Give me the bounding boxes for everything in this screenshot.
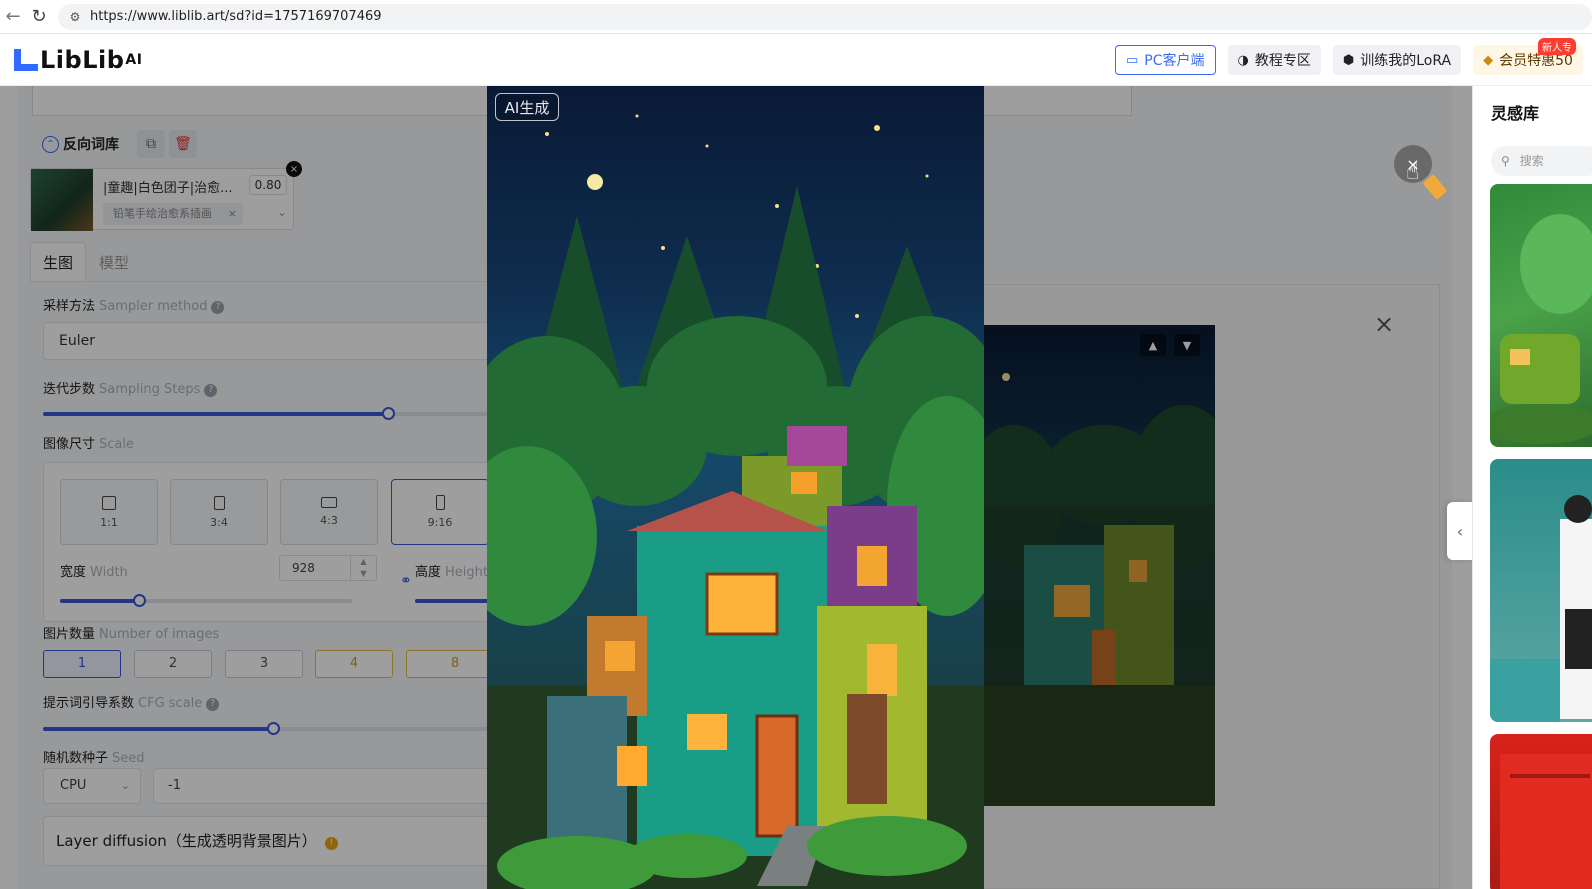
train-lora-button[interactable]: ⬢ 训练我的LoRA: [1332, 45, 1462, 75]
inspiration-card-art: [1490, 214, 1592, 444]
inspiration-card-art: [1500, 754, 1592, 889]
inspiration-card[interactable]: [1490, 734, 1592, 889]
train-lora-label: 训练我的LoRA: [1360, 53, 1452, 69]
app-root: ← ↻ ⚙ https://www.liblib.art/sd?id=17571…: [0, 0, 1592, 889]
chevron-left-icon[interactable]: ‹: [1447, 502, 1473, 560]
address-bar[interactable]: ⚙ https://www.liblib.art/sd?id=175716970…: [58, 3, 1592, 30]
inspiration-card-art: [1490, 495, 1592, 722]
diamond-icon: ◆: [1483, 52, 1494, 68]
inspiration-panel: 灵感库 ⚲ 搜索: [1472, 86, 1592, 889]
back-arrow-icon[interactable]: ←: [0, 4, 26, 30]
pc-client-label: PC客户端: [1144, 53, 1205, 69]
browser-toolbar: ← ↻ ⚙ https://www.liblib.art/sd?id=17571…: [0, 0, 1592, 34]
logo-text: LibLib: [40, 46, 125, 74]
header-actions: ▭ PC客户端 ◑ 教程专区 ⬢ 训练我的LoRA ◆ 会员特惠50: [1115, 45, 1583, 75]
new-user-badge: 新人专: [1538, 38, 1576, 55]
preview-image: [487, 86, 984, 889]
logo-mark-icon: [14, 47, 38, 73]
liblib-logo[interactable]: LibLib AI: [14, 46, 142, 74]
monitor-download-icon: ▭: [1126, 52, 1139, 68]
preview-image-art: [487, 86, 984, 889]
app-header: LibLib AI ▭ PC客户端 ◑ 教程专区 ⬢ 训练我的LoRA ◆ 会员特惠50: [0, 35, 1592, 86]
inspiration-card[interactable]: [1490, 459, 1592, 722]
ai-generated-badge: AI生成: [495, 93, 559, 121]
site-info-icon[interactable]: ⚙: [68, 10, 82, 24]
logo-superscript: AI: [125, 52, 143, 68]
inspiration-title: 灵感库: [1491, 104, 1540, 123]
inspiration-search-input[interactable]: ⚲ 搜索: [1491, 146, 1592, 176]
search-icon: ⚲: [1501, 154, 1510, 168]
tutorial-button[interactable]: ◑ 教程专区: [1227, 45, 1321, 75]
palette-icon: ◑: [1237, 52, 1249, 68]
url-text: https://www.liblib.art/sd?id=17571697074…: [90, 9, 382, 24]
reload-icon[interactable]: ↻: [26, 4, 52, 30]
hand-cursor-icon: ☝: [1406, 160, 1420, 185]
inspiration-card[interactable]: [1490, 184, 1592, 447]
cube-icon: ⬢: [1342, 52, 1355, 68]
tutorial-label: 教程专区: [1254, 53, 1311, 69]
pc-client-button[interactable]: ▭ PC客户端: [1115, 45, 1216, 75]
search-placeholder: 搜索: [1519, 154, 1544, 168]
